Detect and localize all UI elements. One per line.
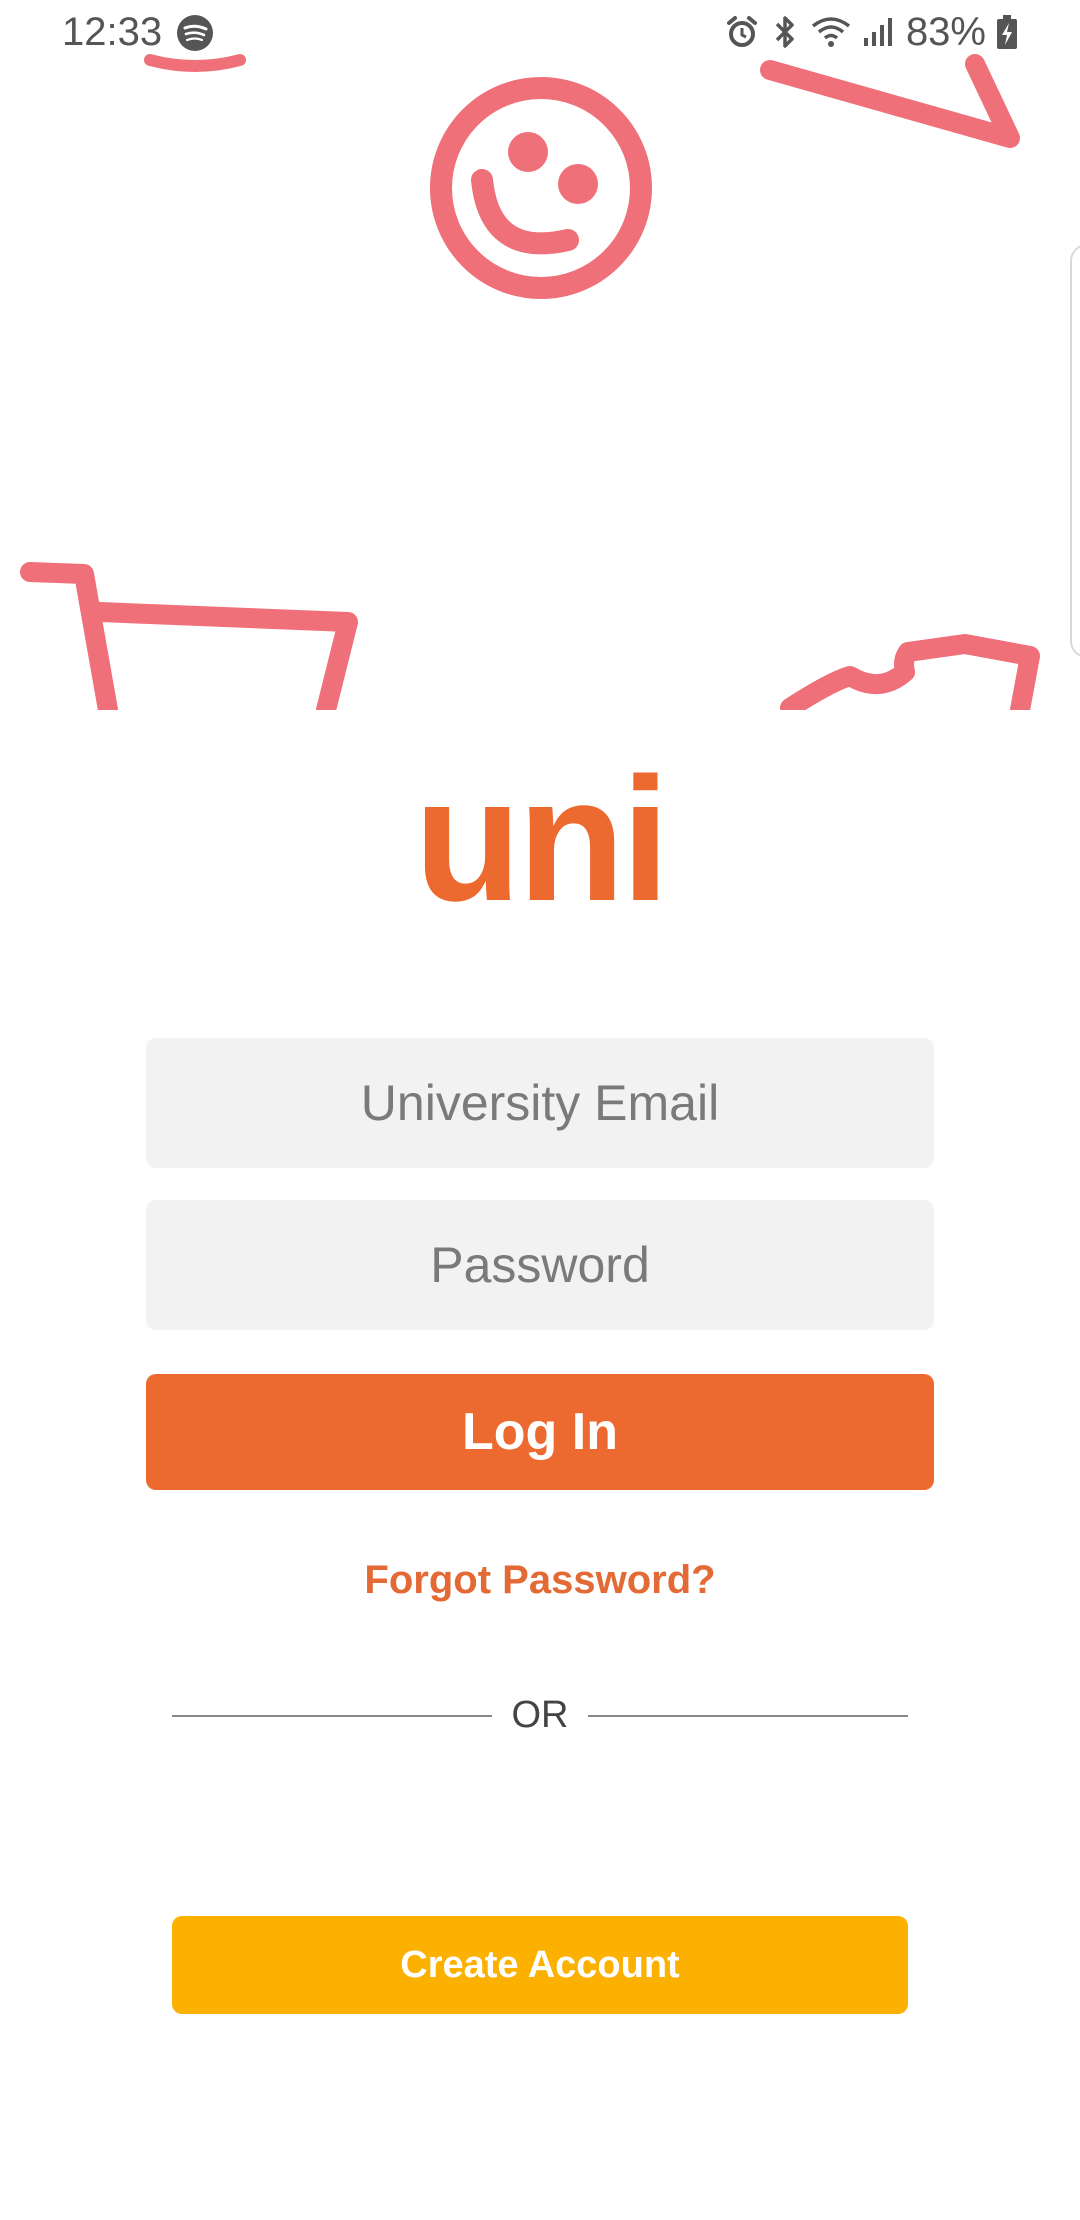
battery-percentage: 83% bbox=[905, 10, 986, 54]
forgot-password-link[interactable]: Forgot Password? bbox=[0, 1552, 1080, 1608]
edge-panel-handle[interactable] bbox=[1070, 244, 1080, 658]
bluetooth-icon bbox=[775, 16, 794, 48]
email-field-container bbox=[146, 1038, 934, 1168]
create-account-button[interactable]: Create Account bbox=[172, 1916, 908, 2014]
email-field[interactable] bbox=[146, 1038, 934, 1168]
hero-illustration bbox=[20, 54, 1040, 710]
password-field-container bbox=[146, 1200, 934, 1330]
signal-icon bbox=[863, 18, 892, 46]
or-divider: OR bbox=[172, 1690, 908, 1740]
wifi-icon bbox=[811, 17, 851, 47]
status-bar: 12:33 83% bbox=[0, 0, 1080, 64]
status-icons: 83% bbox=[724, 10, 1018, 54]
alarm-icon bbox=[726, 16, 757, 47]
status-time: 12:33 bbox=[62, 10, 163, 54]
battery-charging-icon bbox=[997, 15, 1017, 49]
spotify-icon bbox=[177, 15, 213, 51]
wave-icon bbox=[780, 634, 1040, 710]
login-button[interactable]: Log In bbox=[146, 1374, 934, 1490]
smiley-face-icon bbox=[430, 77, 652, 299]
password-field[interactable] bbox=[146, 1200, 934, 1330]
divider-line-right bbox=[588, 1715, 908, 1717]
shopping-cart-icon bbox=[20, 562, 358, 710]
app-logo: uni bbox=[414, 742, 670, 938]
paper-plane-icon bbox=[760, 54, 1020, 148]
